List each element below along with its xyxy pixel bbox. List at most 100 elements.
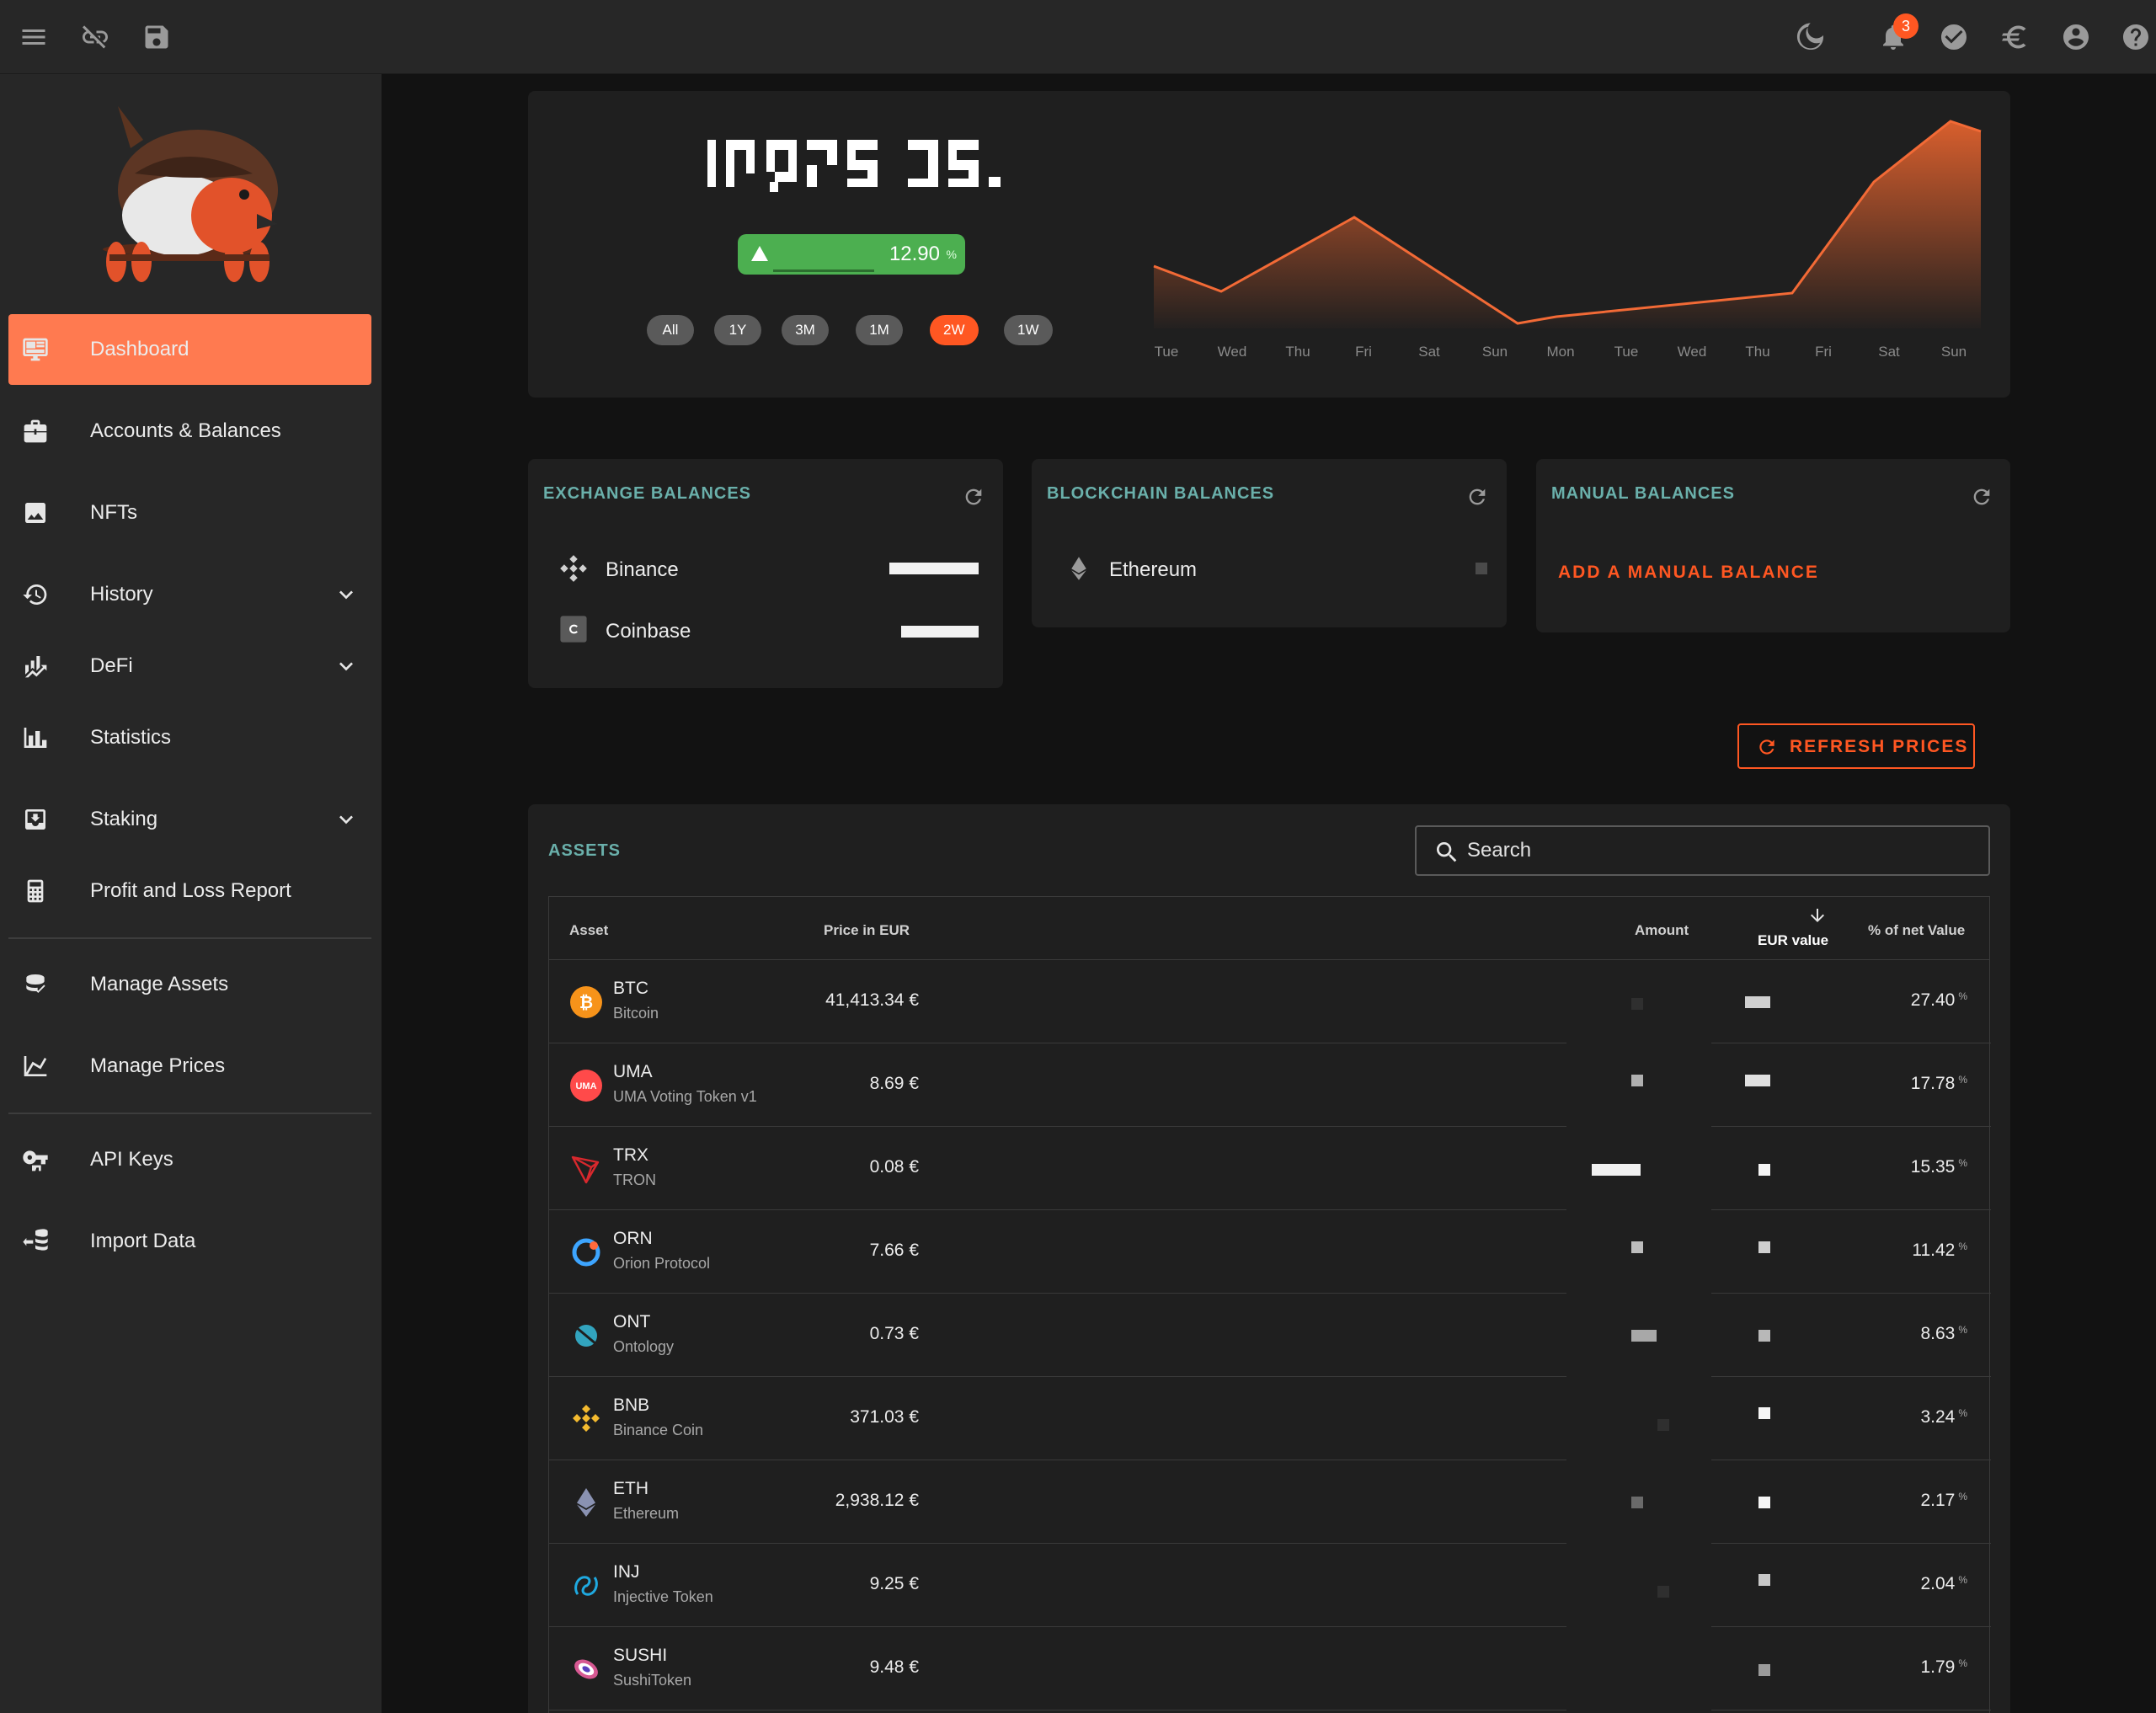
menu-icon[interactable] xyxy=(15,19,52,56)
timeframe-1w[interactable]: 1W xyxy=(1004,315,1053,345)
exchange-row-binance[interactable]: Binance xyxy=(606,558,679,582)
table-row[interactable]: INJ Injective Token 9.25 € 2.04% xyxy=(549,1544,1991,1627)
table-row[interactable]: ETH Ethereum 2,938.12 € 2.17% xyxy=(549,1460,1991,1544)
binance-logo-icon xyxy=(560,555,587,582)
add-manual-balance-button[interactable]: ADD A MANUAL BALANCE xyxy=(1558,563,1819,583)
timeframe-1y[interactable]: 1Y xyxy=(714,315,761,345)
chart-x-label: Fri xyxy=(1815,344,1832,360)
asset-price: 9.25 € xyxy=(869,1574,919,1593)
chart-x-label: Sun xyxy=(1940,344,1967,360)
masked-amount xyxy=(1631,998,1643,1010)
column-header-price[interactable]: Price in EUR xyxy=(824,922,910,939)
asset-name: Orion Protocol xyxy=(613,1255,711,1272)
chart-x-label: Sat xyxy=(1878,344,1900,360)
check-circle-icon[interactable] xyxy=(1935,19,1972,56)
asset-net-percent: 2.04% xyxy=(1920,1574,1967,1593)
sidebar-item-history[interactable]: History xyxy=(8,559,371,630)
refresh-icon[interactable] xyxy=(962,485,985,509)
asset-price: 371.03 € xyxy=(850,1407,919,1427)
net-worth-masked-value xyxy=(707,135,1036,194)
asset-symbol: ONT xyxy=(613,1312,651,1331)
sidebar-item-label: Profit and Loss Report xyxy=(90,879,291,902)
sidebar-item-dashboard[interactable]: Dashboard xyxy=(8,314,371,385)
column-header-eur-value[interactable]: EUR value xyxy=(1758,932,1828,949)
masked-amount xyxy=(1592,1164,1641,1176)
asset-name: TRON xyxy=(613,1171,656,1188)
table-row[interactable]: SUSHI SushiToken 9.48 € 1.79% xyxy=(549,1627,1991,1710)
sidebar-item-nfts[interactable]: NFTs xyxy=(8,478,371,548)
table-row[interactable]: ONT Ontology 0.73 € 8.63% xyxy=(549,1294,1991,1377)
sidebar-item-label: Statistics xyxy=(90,726,172,749)
refresh-icon[interactable] xyxy=(1970,485,1993,509)
masked-amount xyxy=(1657,1419,1669,1431)
manual-balances-title: MANUAL BALANCES xyxy=(1551,484,1735,503)
masked-value xyxy=(1758,1330,1770,1342)
asset-symbol: UMA xyxy=(613,1062,653,1081)
asset-name: UMA Voting Token v1 xyxy=(613,1088,757,1105)
chart-x-label: Thu xyxy=(1745,344,1770,360)
sidebar-item-accounts-balances[interactable]: Accounts & Balances xyxy=(8,396,371,467)
chart-x-label: Fri xyxy=(1355,344,1372,360)
table-row[interactable]: BNB Binance Coin 371.03 € 3.24% xyxy=(549,1377,1991,1460)
column-header-percent-net[interactable]: % of net Value xyxy=(1868,922,1965,939)
save-icon[interactable] xyxy=(138,19,175,56)
database-import-icon xyxy=(20,1226,51,1257)
uma-icon: UMA xyxy=(569,1069,603,1102)
refresh-prices-label: REFRESH PRICES xyxy=(1790,737,1969,756)
blockchain-row-ethereum[interactable]: Ethereum xyxy=(1109,558,1197,582)
timeframe-2w[interactable]: 2W xyxy=(930,315,979,345)
refresh-prices-button[interactable]: REFRESH PRICES xyxy=(1737,723,1975,769)
masked-amount xyxy=(1631,1075,1643,1086)
chart-x-label: Tue xyxy=(1154,344,1179,360)
finance-chart-icon xyxy=(20,651,51,681)
chevron-down-icon[interactable] xyxy=(333,653,360,680)
sidebar-item-import-data[interactable]: Import Data xyxy=(8,1206,371,1277)
timeframe-all[interactable]: All xyxy=(647,315,694,345)
sidebar-item-profit-loss-report[interactable]: Profit and Loss Report xyxy=(8,856,371,926)
refresh-icon[interactable] xyxy=(1465,485,1489,509)
sidebar-item-defi[interactable]: DeFi xyxy=(8,631,371,702)
arrow-up-icon xyxy=(751,246,768,261)
column-header-amount[interactable]: Amount xyxy=(1635,922,1689,939)
theme-moon-icon[interactable] xyxy=(1792,19,1829,56)
masked-amount xyxy=(1631,1497,1643,1508)
search-icon xyxy=(1437,842,1457,862)
asset-net-percent: 8.63% xyxy=(1920,1324,1967,1343)
account-icon[interactable] xyxy=(2057,19,2095,56)
ont-icon xyxy=(569,1319,603,1353)
sidebar-item-manage-prices[interactable]: Manage Prices xyxy=(8,1031,371,1102)
table-row[interactable]: UMA UMA UMA Voting Token v1 8.69 € 17.78… xyxy=(549,1043,1991,1127)
net-worth-sparkline-chart xyxy=(1153,120,1982,328)
search-input[interactable] xyxy=(1467,835,1972,866)
sidebar-item-staking[interactable]: Staking xyxy=(8,784,371,855)
column-header-asset[interactable]: Asset xyxy=(569,922,608,939)
table-row[interactable]: TRX TRON 0.08 € 15.35% xyxy=(549,1127,1991,1210)
asset-symbol: SUSHI xyxy=(613,1646,668,1665)
asset-net-percent: 11.42% xyxy=(1912,1241,1967,1260)
help-icon[interactable] xyxy=(2117,19,2154,56)
sidebar-item-manage-assets[interactable]: Manage Assets xyxy=(8,949,371,1020)
exchange-row-coinbase[interactable]: Coinbase xyxy=(606,620,691,643)
chart-x-label: Wed xyxy=(1217,344,1247,360)
sort-arrow-down-icon[interactable] xyxy=(1807,905,1828,926)
table-row[interactable]: ORN Orion Protocol 7.66 € 11.42% xyxy=(549,1210,1991,1294)
key-hand-icon xyxy=(20,1145,51,1175)
euro-icon[interactable] xyxy=(1996,19,2033,56)
btc-icon: ₿ xyxy=(569,985,603,1019)
robin-bird-logo xyxy=(103,106,278,282)
asset-name: Ethereum xyxy=(613,1505,680,1522)
chevron-down-icon[interactable] xyxy=(333,581,360,608)
asset-price: 7.66 € xyxy=(869,1241,919,1260)
notification-bell-icon[interactable]: 3 xyxy=(1875,13,1919,56)
monitor-dashboard-icon xyxy=(20,334,51,365)
image-icon xyxy=(20,498,51,528)
timeframe-3m[interactable]: 3M xyxy=(782,315,829,345)
asset-symbol: BNB xyxy=(613,1395,650,1415)
asset-name: SushiToken xyxy=(613,1672,692,1689)
sidebar-item-statistics[interactable]: Statistics xyxy=(8,702,371,773)
timeframe-1m[interactable]: 1M xyxy=(856,315,903,345)
sidebar-item-api-keys[interactable]: API Keys xyxy=(8,1124,371,1195)
link-off-icon[interactable] xyxy=(77,19,114,56)
chevron-down-icon[interactable] xyxy=(333,806,360,833)
table-row[interactable]: ₿ BTC Bitcoin 41,413.34 € 27.40% xyxy=(549,960,1991,1043)
